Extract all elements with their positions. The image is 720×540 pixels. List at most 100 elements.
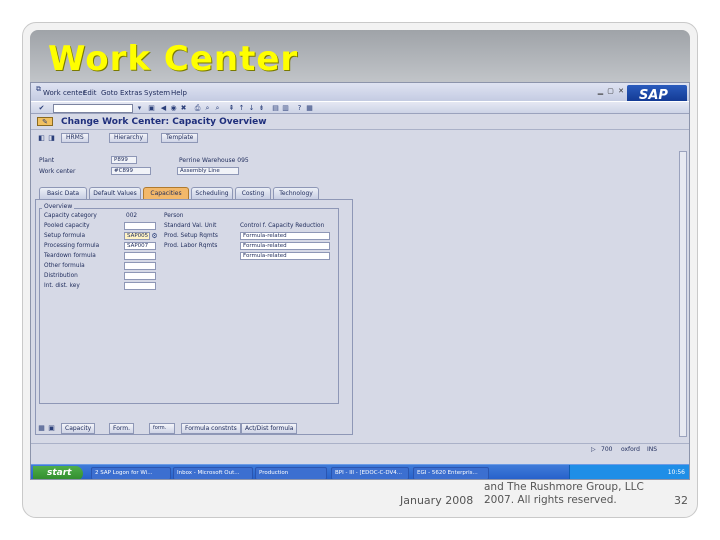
title-band: Work Center bbox=[30, 30, 690, 88]
prev-page-icon[interactable]: ↑ bbox=[237, 104, 246, 113]
distribution-label: Distribution bbox=[44, 273, 78, 279]
menu-system[interactable]: System bbox=[144, 89, 170, 97]
capacities-panel: Overview Capacity category 002 Person Po… bbox=[35, 199, 353, 435]
work-center-field[interactable]: #C899 bbox=[111, 167, 151, 175]
capacity-button[interactable]: Capacity bbox=[61, 423, 96, 434]
menu-edit[interactable]: Edit bbox=[83, 89, 97, 97]
prev-object-icon[interactable]: ◧ bbox=[37, 134, 46, 143]
start-button[interactable]: start bbox=[33, 466, 83, 479]
exit-icon[interactable]: ◉ bbox=[169, 104, 178, 113]
find-icon[interactable]: ⌕ bbox=[203, 104, 212, 113]
system-tray: 10:56 bbox=[569, 465, 689, 479]
plant-label: Plant bbox=[39, 157, 55, 164]
next-object-icon[interactable]: ◨ bbox=[47, 134, 56, 143]
help-icon[interactable]: ? bbox=[295, 104, 304, 113]
int-dist-key-field[interactable] bbox=[124, 282, 156, 290]
status-mode: INS bbox=[647, 446, 658, 453]
task-production[interactable]: Production bbox=[255, 467, 327, 479]
work-center-description[interactable]: Assembly Line bbox=[177, 167, 239, 175]
control-reduction-label: Control f. Capacity Reduction bbox=[240, 223, 325, 229]
page-number: 32 bbox=[674, 494, 688, 507]
enter-icon[interactable]: ✔ bbox=[37, 104, 46, 113]
plant-description: Perrine Warehouse 095 bbox=[179, 157, 249, 164]
menu-work-center[interactable]: Work center bbox=[43, 89, 85, 97]
pooled-capacity-label: Pooled capacity bbox=[44, 223, 90, 229]
vertical-scrollbar[interactable] bbox=[679, 151, 687, 437]
formula-constants-button[interactable]: Formula constnts bbox=[181, 423, 241, 434]
cancel-icon[interactable]: ✖ bbox=[179, 104, 188, 113]
task-sap-logon[interactable]: 2 SAP Logon for Wi... bbox=[91, 467, 171, 479]
formula-detail-icon[interactable]: ⚙ bbox=[150, 232, 159, 241]
hrms-button[interactable]: HRMS bbox=[61, 133, 89, 143]
plant-field[interactable]: P899 bbox=[111, 156, 137, 164]
work-center-label: Work center bbox=[39, 168, 76, 175]
task-bpi[interactable]: BPI - III - [EDOC-C-DV4... bbox=[331, 467, 409, 479]
capacity-category-label: Capacity category bbox=[44, 213, 97, 219]
other-formula-label: Other formula bbox=[44, 263, 85, 269]
teardown-control-dropdown[interactable]: Formula-related bbox=[240, 252, 330, 260]
sap-window: ⧉ Work center Edit Goto Extras System He… bbox=[30, 82, 690, 480]
tab-costing[interactable]: Costing bbox=[235, 187, 271, 199]
sap-window-icon[interactable]: ⧉ bbox=[34, 85, 43, 94]
setup-formula-description: Prod. Setup Rqmts bbox=[164, 233, 218, 239]
standard-value-unit-label: Standard Val. Unit bbox=[164, 223, 217, 229]
tab-technology[interactable]: Technology bbox=[273, 187, 319, 199]
form-button[interactable]: Form. bbox=[109, 423, 135, 434]
formula-param-button[interactable]: form. bbox=[149, 423, 175, 434]
screen-titlebar: ✎ Change Work Center: Capacity Overview bbox=[31, 114, 689, 130]
window-controls[interactable]: ▁ ▢ ✕ bbox=[598, 87, 625, 95]
next-page-icon[interactable]: ↓ bbox=[247, 104, 256, 113]
setup-formula-label: Setup formula bbox=[44, 233, 86, 239]
display-change-icon[interactable]: ✎ bbox=[37, 117, 53, 126]
pooled-capacity-field[interactable] bbox=[124, 222, 156, 230]
table-settings-icon[interactable]: ▦ bbox=[37, 424, 46, 433]
first-page-icon[interactable]: ⇞ bbox=[227, 104, 236, 113]
command-history-icon[interactable]: ▾ bbox=[135, 104, 144, 113]
status-expand-icon[interactable]: ▷ bbox=[591, 446, 596, 453]
print-icon[interactable]: ⎙ bbox=[193, 104, 202, 113]
windows-taskbar: start 2 SAP Logon for Wi... Inbox - Micr… bbox=[31, 464, 689, 479]
new-session-icon[interactable]: ▤ bbox=[271, 104, 280, 113]
setup-control-dropdown[interactable]: Formula-related bbox=[240, 232, 330, 240]
save-icon[interactable]: ▣ bbox=[147, 104, 156, 113]
sap-menubar: ⧉ Work center Edit Goto Extras System He… bbox=[31, 83, 689, 107]
status-server: oxford bbox=[621, 446, 640, 453]
taskbar-clock: 10:56 bbox=[667, 469, 685, 476]
overview-group: Overview Capacity category 002 Person Po… bbox=[39, 203, 339, 404]
back-icon[interactable]: ◀ bbox=[159, 104, 168, 113]
menu-help[interactable]: Help bbox=[171, 89, 187, 97]
act-dist-formula-button[interactable]: Act/Dist formula bbox=[241, 423, 298, 434]
processing-control-dropdown[interactable]: Formula-related bbox=[240, 242, 330, 250]
processing-formula-field[interactable]: SAP007 bbox=[124, 242, 156, 250]
tab-capacities[interactable]: Capacities bbox=[143, 187, 189, 199]
processing-formula-label: Processing formula bbox=[44, 243, 100, 249]
application-toolbar: ◧ ◨ HRMS Hierarchy Template bbox=[31, 130, 689, 145]
footer-copy-line1: and The Rushmore Group, LLC bbox=[484, 481, 644, 493]
select-icon[interactable]: ▣ bbox=[47, 424, 56, 433]
processing-formula-description: Prod. Labor Rqmts bbox=[164, 243, 218, 249]
distribution-field[interactable] bbox=[124, 272, 156, 280]
slide-title: Work Center bbox=[48, 39, 299, 79]
layout-icon[interactable]: ▦ bbox=[305, 104, 314, 113]
task-outlook[interactable]: Inbox - Microsoft Out... bbox=[173, 467, 253, 479]
setup-formula-field[interactable]: SAP005 bbox=[124, 232, 150, 240]
tab-scheduling[interactable]: Scheduling bbox=[191, 187, 233, 199]
standard-toolbar: ✔ ▾ ▣ ◀ ◉ ✖ ⎙ ⌕ ⌕ ⇞ ↑ ↓ ⇟ ▤ ▥ ? ▦ bbox=[31, 101, 689, 114]
other-formula-field[interactable] bbox=[124, 262, 156, 270]
template-button[interactable]: Template bbox=[161, 133, 199, 143]
hierarchy-button[interactable]: Hierarchy bbox=[109, 133, 149, 143]
menu-extras[interactable]: Extras bbox=[120, 89, 142, 97]
overview-group-title: Overview bbox=[42, 203, 75, 210]
shortcut-icon[interactable]: ▥ bbox=[281, 104, 290, 113]
tab-basic-data[interactable]: Basic Data bbox=[39, 187, 87, 199]
footer-copyright: and The Rushmore Group, LLC 2007. All ri… bbox=[484, 481, 644, 507]
menu-goto[interactable]: Goto bbox=[101, 89, 118, 97]
find-next-icon[interactable]: ⌕ bbox=[213, 104, 222, 113]
teardown-formula-field[interactable] bbox=[124, 252, 156, 260]
int-dist-key-label: Int. dist. key bbox=[44, 283, 80, 289]
teardown-formula-label: Teardown formula bbox=[44, 253, 96, 259]
last-page-icon[interactable]: ⇟ bbox=[257, 104, 266, 113]
command-field[interactable] bbox=[53, 104, 133, 113]
tab-default-values[interactable]: Default Values bbox=[89, 187, 141, 199]
task-egi[interactable]: EGI - 5620 Enterpris... bbox=[413, 467, 489, 479]
